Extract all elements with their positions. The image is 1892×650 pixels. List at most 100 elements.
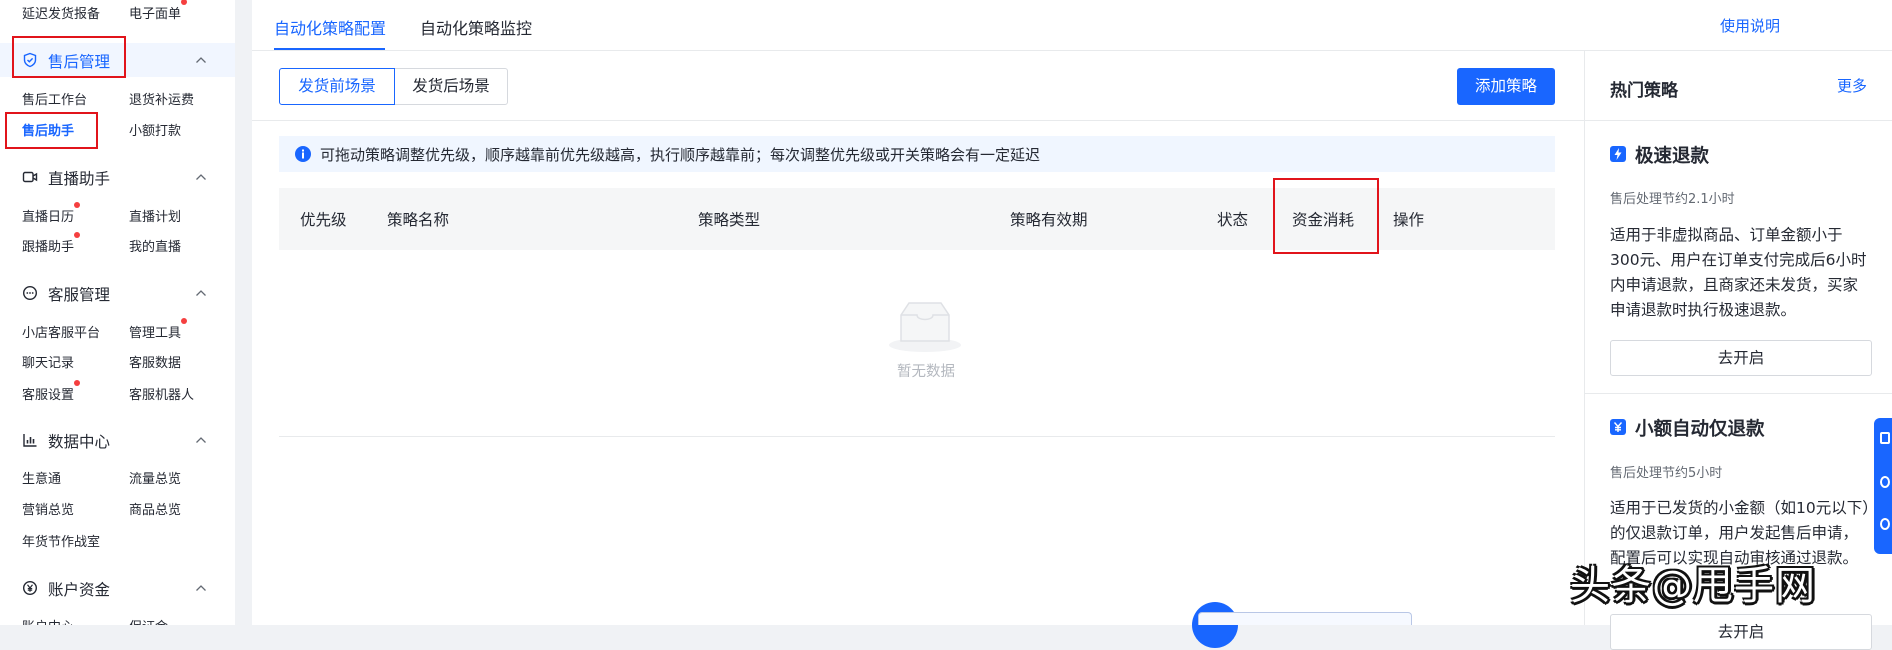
sidebar-group-label: 客服管理: [48, 286, 111, 304]
add-strategy-button[interactable]: 添加策略: [1457, 68, 1555, 105]
enable-button[interactable]: 去开启: [1610, 614, 1872, 650]
lightning-icon: [1609, 145, 1627, 163]
sidebar-group-live-assistant[interactable]: 直播助手: [0, 160, 235, 194]
sidebar-item-live-follow-assistant[interactable]: 跟播助手: [22, 232, 81, 255]
divider: [252, 120, 1584, 121]
divider: [1584, 51, 1585, 625]
video-icon: [22, 169, 38, 185]
column-actions: 操作: [1393, 211, 1425, 229]
chevron-up-icon[interactable]: [193, 52, 209, 68]
tab-active-indicator: [274, 48, 385, 50]
sidebar-item-delay-report[interactable]: 延迟发货报备: [22, 3, 100, 22]
floating-toolbar[interactable]: [1198, 612, 1412, 625]
sidebar-row: 年货节作战室: [0, 531, 235, 551]
sidebar-row: 聊天记录 客服数据: [0, 352, 235, 372]
chat-icon: [22, 285, 38, 301]
sidebar-item-traffic-overview[interactable]: 流量总览: [129, 468, 181, 487]
sidebar-group-label: 数据中心: [48, 433, 111, 451]
sidebar-row: 售后工作台 退货补运费: [0, 89, 235, 109]
sidebar-item-marketing-overview[interactable]: 营销总览: [22, 499, 74, 518]
sidebar-group-customer-service[interactable]: 客服管理: [0, 276, 235, 310]
strategy-card-subtitle: 售后处理节约2.1小时: [1610, 192, 1735, 207]
column-priority: 优先级: [300, 211, 347, 229]
notification-dot: [74, 202, 81, 208]
main-content: 自动化策略配置 自动化策略监控 使用说明 发货前场景 发货后场景 添加策略 可拖…: [252, 0, 1892, 650]
column-status: 状态: [1217, 211, 1249, 229]
sidebar-item-business-advisor[interactable]: 生意通: [22, 468, 61, 487]
strategy-card-subtitle: 售后处理节约5小时: [1610, 466, 1723, 481]
assistant-bubble[interactable]: [1192, 602, 1238, 648]
sidebar-item-my-live[interactable]: 我的直播: [129, 236, 181, 255]
chevron-up-icon[interactable]: [193, 432, 209, 448]
sidebar: 延迟发货报备 电子面单 售后管理 售后工作台 退货补运费 售后助手 小额打款 直…: [0, 0, 235, 625]
chevron-up-icon[interactable]: [193, 285, 209, 301]
sidebar-item-product-overview[interactable]: 商品总览: [129, 499, 181, 518]
sidebar-item-festival-war-room[interactable]: 年货节作战室: [22, 531, 100, 550]
sidebar-item-management-tools[interactable]: 管理工具: [129, 318, 188, 341]
sidebar-item-e-waybill[interactable]: 电子面单: [129, 0, 188, 22]
sidebar-group-account-funds[interactable]: 账户资金: [0, 571, 235, 605]
more-link[interactable]: 更多: [1837, 75, 1867, 96]
strategy-card-description: 适用于非虚拟商品、订单金额小于300元、用户在订单支付完成后6小时内申请退款，且…: [1610, 226, 1867, 319]
chevron-up-icon[interactable]: [193, 169, 209, 185]
tab-strategy-config[interactable]: 自动化策略配置: [274, 15, 386, 39]
strategy-card-title: 小额自动仅退款: [1635, 419, 1765, 440]
notice-text: 可拖动策略调整优先级，顺序越靠前优先级越高，执行顺序越靠前；每次调整优先级或开关…: [320, 146, 1041, 164]
sidebar-group-label: 售后管理: [48, 53, 111, 71]
sidebar-item-live-plan[interactable]: 直播计划: [129, 206, 181, 225]
chevron-up-icon[interactable]: [193, 580, 209, 596]
sidebar-row: 客服设置 客服机器人: [0, 380, 235, 404]
sidebar-item-account-center[interactable]: 账户中心: [22, 616, 74, 625]
tab-strategy-monitor[interactable]: 自动化策略监控: [420, 15, 532, 39]
sidebar-item-service-settings[interactable]: 客服设置: [22, 380, 81, 403]
help-icon: [1880, 518, 1890, 530]
column-strategy-type: 策略类型: [698, 211, 761, 229]
feedback-icon: [1880, 476, 1890, 488]
sidebar-row: 直播日历 直播计划: [0, 202, 235, 226]
sidebar-row: 售后助手 小额打款: [0, 120, 235, 140]
notification-dot: [181, 318, 188, 324]
column-strategy-name: 策略名称: [387, 211, 450, 229]
sidebar-row: 延迟发货报备 电子面单: [0, 0, 235, 23]
sidebar-item-small-payment[interactable]: 小额打款: [129, 120, 181, 139]
bar-chart-icon: [22, 432, 38, 448]
empty-box-icon: [887, 301, 963, 353]
shield-icon: [22, 52, 38, 68]
sidebar-item-live-calendar[interactable]: 直播日历: [22, 202, 81, 225]
info-notice: 可拖动策略调整优先级，顺序越靠前优先级越高，执行顺序越靠前；每次调整优先级或开关…: [279, 136, 1555, 172]
sidebar-group-label: 直播助手: [48, 170, 111, 188]
notification-dot: [181, 0, 188, 5]
column-fund-consumption: 资金消耗: [1292, 211, 1355, 229]
sidebar-row: 账户中心 保证金: [0, 616, 235, 625]
yen-icon: [22, 580, 38, 596]
notification-dot: [74, 380, 81, 386]
sidebar-group-after-sales[interactable]: 售后管理: [0, 43, 235, 77]
watermark: 头条@甩手网: [1570, 563, 1816, 609]
yen-card-icon: [1609, 418, 1627, 436]
sidebar-item-shop-service-platform[interactable]: 小店客服平台: [22, 322, 100, 341]
floating-side-toolbar[interactable]: [1874, 418, 1892, 554]
divider: [1585, 393, 1892, 394]
sidebar-row: 小店客服平台 管理工具: [0, 318, 235, 342]
sidebar-item-after-sales-assistant[interactable]: 售后助手: [22, 120, 74, 139]
sidebar-item-deposit[interactable]: 保证金: [129, 616, 168, 625]
sidebar-item-after-sales-workbench[interactable]: 售后工作台: [22, 89, 87, 108]
sidebar-item-return-shipping-subsidy[interactable]: 退货补运费: [129, 89, 194, 108]
enable-button[interactable]: 去开启: [1610, 340, 1872, 376]
tab-after-shipment[interactable]: 发货后场景: [394, 68, 508, 105]
sidebar-item-service-data[interactable]: 客服数据: [129, 352, 181, 371]
note-icon: [1880, 432, 1890, 444]
divider: [1585, 120, 1892, 121]
sidebar-item-chat-records[interactable]: 聊天记录: [22, 352, 74, 371]
notification-dot: [74, 232, 81, 238]
help-link[interactable]: 使用说明: [1720, 15, 1780, 36]
divider: [279, 436, 1555, 437]
tab-before-shipment[interactable]: 发货前场景: [279, 68, 395, 105]
empty-state-text: 暂无数据: [897, 364, 955, 380]
sidebar-row: 生意通 流量总览: [0, 468, 235, 488]
sidebar-item-service-robot[interactable]: 客服机器人: [129, 384, 194, 403]
tab-bar: 自动化策略配置 自动化策略监控 使用说明: [252, 0, 1892, 51]
strategy-card-title: 极速退款: [1635, 146, 1710, 167]
info-icon: [294, 145, 312, 163]
sidebar-group-data-center[interactable]: 数据中心: [0, 423, 235, 457]
